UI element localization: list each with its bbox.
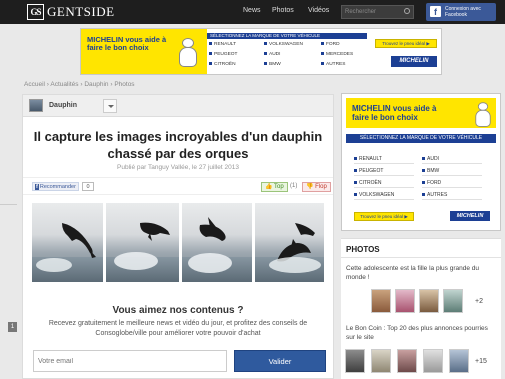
category-thumbnail [29,99,43,112]
michelin-man-icon [177,38,199,68]
newsletter-text: Recevez gratuitement le meilleure news e… [48,320,308,337]
brand-option[interactable]: VOLKSWAGEN [354,192,414,200]
gallery-thumbnail[interactable] [423,349,443,373]
brand-option[interactable]: CITROËN [209,62,236,67]
gallery-thumbnail[interactable] [371,349,391,373]
gallery-more-count[interactable]: +2 [475,298,483,305]
facebook-recommend-label: Recommander [39,184,76,190]
chevron-down-icon[interactable] [103,99,117,113]
michelin-logo: MICHELIN [391,56,437,67]
top-navigation-bar: GS GENTSIDE News Photos Vidéos Recherche… [0,0,505,24]
flop-vote-button[interactable]: 👎 Flop [302,182,331,192]
brand-option[interactable]: AUDI [264,52,280,57]
gallery-thumbnail[interactable] [397,349,417,373]
gallery-title[interactable]: Le Bon Coin : Top 20 des plus annonces p… [346,324,498,342]
article-photo-4[interactable] [255,203,324,282]
nav-photos[interactable]: Photos [272,7,294,14]
top-vote-count: (1) [290,183,298,189]
brand-option[interactable]: RENAULT [354,156,414,164]
search-icon[interactable] [404,8,410,14]
site-logo[interactable]: GS GENTSIDE [27,4,115,20]
michelin-logo: MICHELIN [450,211,490,221]
facebook-recommend-button[interactable]: f Recommander [32,182,79,191]
gallery-more-count[interactable]: +15 [475,358,487,365]
michelin-man-icon [474,102,493,128]
gallery-thumbnail[interactable] [449,349,469,373]
sidebar-ad-yellow-panel: MICHELIN vous aide à faire le bon choix [346,98,496,128]
photo-strip [32,203,324,282]
category-label[interactable]: Dauphin [49,102,77,109]
brand-option[interactable]: BMW [264,62,281,67]
share-row: f Recommander 0 👍 Top (1) 👎 Flop [23,177,333,195]
top-vote-button[interactable]: 👍 Top [261,182,288,192]
gallery-thumbnail[interactable] [371,289,391,313]
photos-heading: PHOTOS [346,245,380,254]
photos-divider [341,257,501,258]
article-byline: Publié par Tanguy Vallée, le 27 juillet … [117,164,239,171]
brand-option[interactable]: PEUGEOT [209,52,237,57]
newsletter-title: Vous aimez nos contenus ? [112,305,244,316]
banner-ad-cta-button[interactable]: Trouvez le pneu idéal ▶ [375,39,437,48]
flop-vote-label: Flop [315,184,327,190]
article-photo-3[interactable] [182,203,252,282]
nav-news[interactable]: News [243,7,261,14]
nav-videos[interactable]: Vidéos [308,7,329,14]
email-field[interactable] [33,350,227,372]
category-bar: Dauphin [23,95,333,117]
brand-option[interactable]: AUTRES [422,192,482,200]
logo-text: GENTSIDE [47,4,115,19]
brand-option[interactable]: FORD [321,42,340,47]
brand-option[interactable]: VOLKSWAGEN [264,42,303,47]
gallery-thumbnail[interactable] [345,349,365,373]
photos-panel: PHOTOS Cette adolescente est la fille la… [341,238,501,379]
banner-ad-headline: MICHELIN vous aide à faire le bon choix [87,35,167,52]
article-photo-1[interactable] [32,203,103,282]
breadcrumb[interactable]: Accueil › Actualités › Dauphin › Photos [24,81,135,88]
brand-option[interactable]: FORD [422,180,482,188]
article-photo-2[interactable] [106,203,179,282]
top-vote-label: Top [274,184,284,190]
gallery-thumbnail[interactable] [395,289,415,313]
logo-mark: GS [27,4,44,20]
gallery-thumbnail[interactable] [443,289,463,313]
brand-option[interactable]: MERCEDES [321,52,353,57]
side-tab[interactable]: 1 [8,322,17,332]
brand-option[interactable]: AUTRES [321,62,345,67]
banner-ad[interactable]: MICHELIN vous aide à faire le bon choix … [80,28,442,75]
search-input[interactable]: Rechercher [341,5,414,19]
gallery-title[interactable]: Cette adolescente est la fille la plus g… [346,264,498,282]
sidebar-ad-select-title: SÉLECTIONNEZ LA MARQUE DE VOTRE VÉHICULE [346,134,496,143]
brand-option[interactable]: PEUGEOT [354,168,414,176]
banner-ad-yellow-panel: MICHELIN vous aide à faire le bon choix [81,29,207,74]
brand-option[interactable]: CITROËN [354,180,414,188]
facebook-count: 0 [82,182,94,191]
left-edge-divider [0,204,17,205]
facebook-icon: f [430,6,441,17]
facebook-connect-button[interactable]: f Connexion avec Facebook [426,3,496,21]
sidebar-ad-cta-button[interactable]: Trouvez le pneu idéal ▶ [354,212,414,221]
sidebar-ad[interactable]: MICHELIN vous aide à faire le bon choix … [341,93,501,231]
brand-option[interactable]: BMW [422,168,482,176]
banner-ad-select-title: SÉLECTIONNEZ LA MARQUE DE VOTRE VÉHICULE [207,33,367,39]
brand-option[interactable]: RENAULT [209,42,236,47]
facebook-icon: f [35,184,39,190]
gallery-thumbnail[interactable] [419,289,439,313]
sidebar-ad-headline: MICHELIN vous aide à faire le bon choix [352,104,437,122]
facebook-connect-label: Connexion avec Facebook [445,6,481,18]
article-card: Dauphin Il capture les images incroyable… [22,94,334,379]
validate-button[interactable]: Valider [234,350,326,372]
brand-option[interactable]: AUDI [422,156,482,164]
article-title: Il capture les images incroyables d'un d… [33,129,323,161]
